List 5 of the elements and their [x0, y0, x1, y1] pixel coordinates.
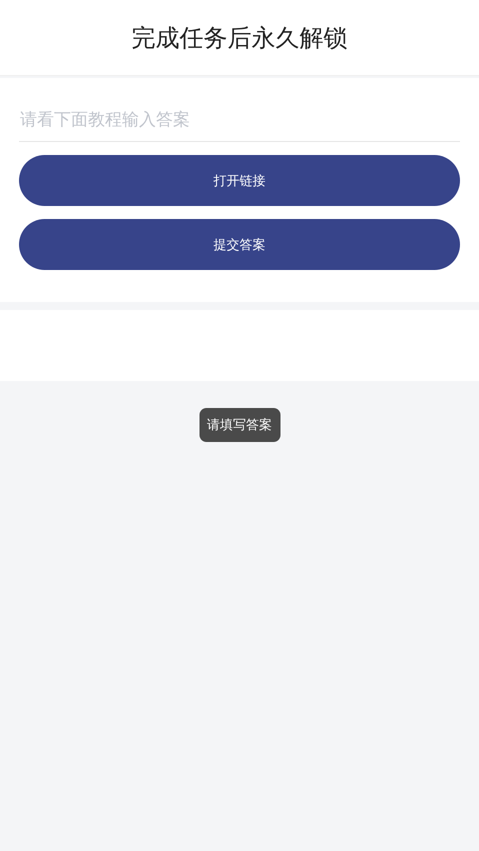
answer-field[interactable]: 请看下面教程输入答案: [19, 98, 460, 142]
open-link-button[interactable]: 打开链接: [19, 155, 460, 206]
submit-answer-button[interactable]: 提交答案: [19, 219, 460, 270]
toast-message: 请填写答案: [199, 408, 280, 442]
page-title: 完成任务后永久解锁: [132, 22, 348, 54]
